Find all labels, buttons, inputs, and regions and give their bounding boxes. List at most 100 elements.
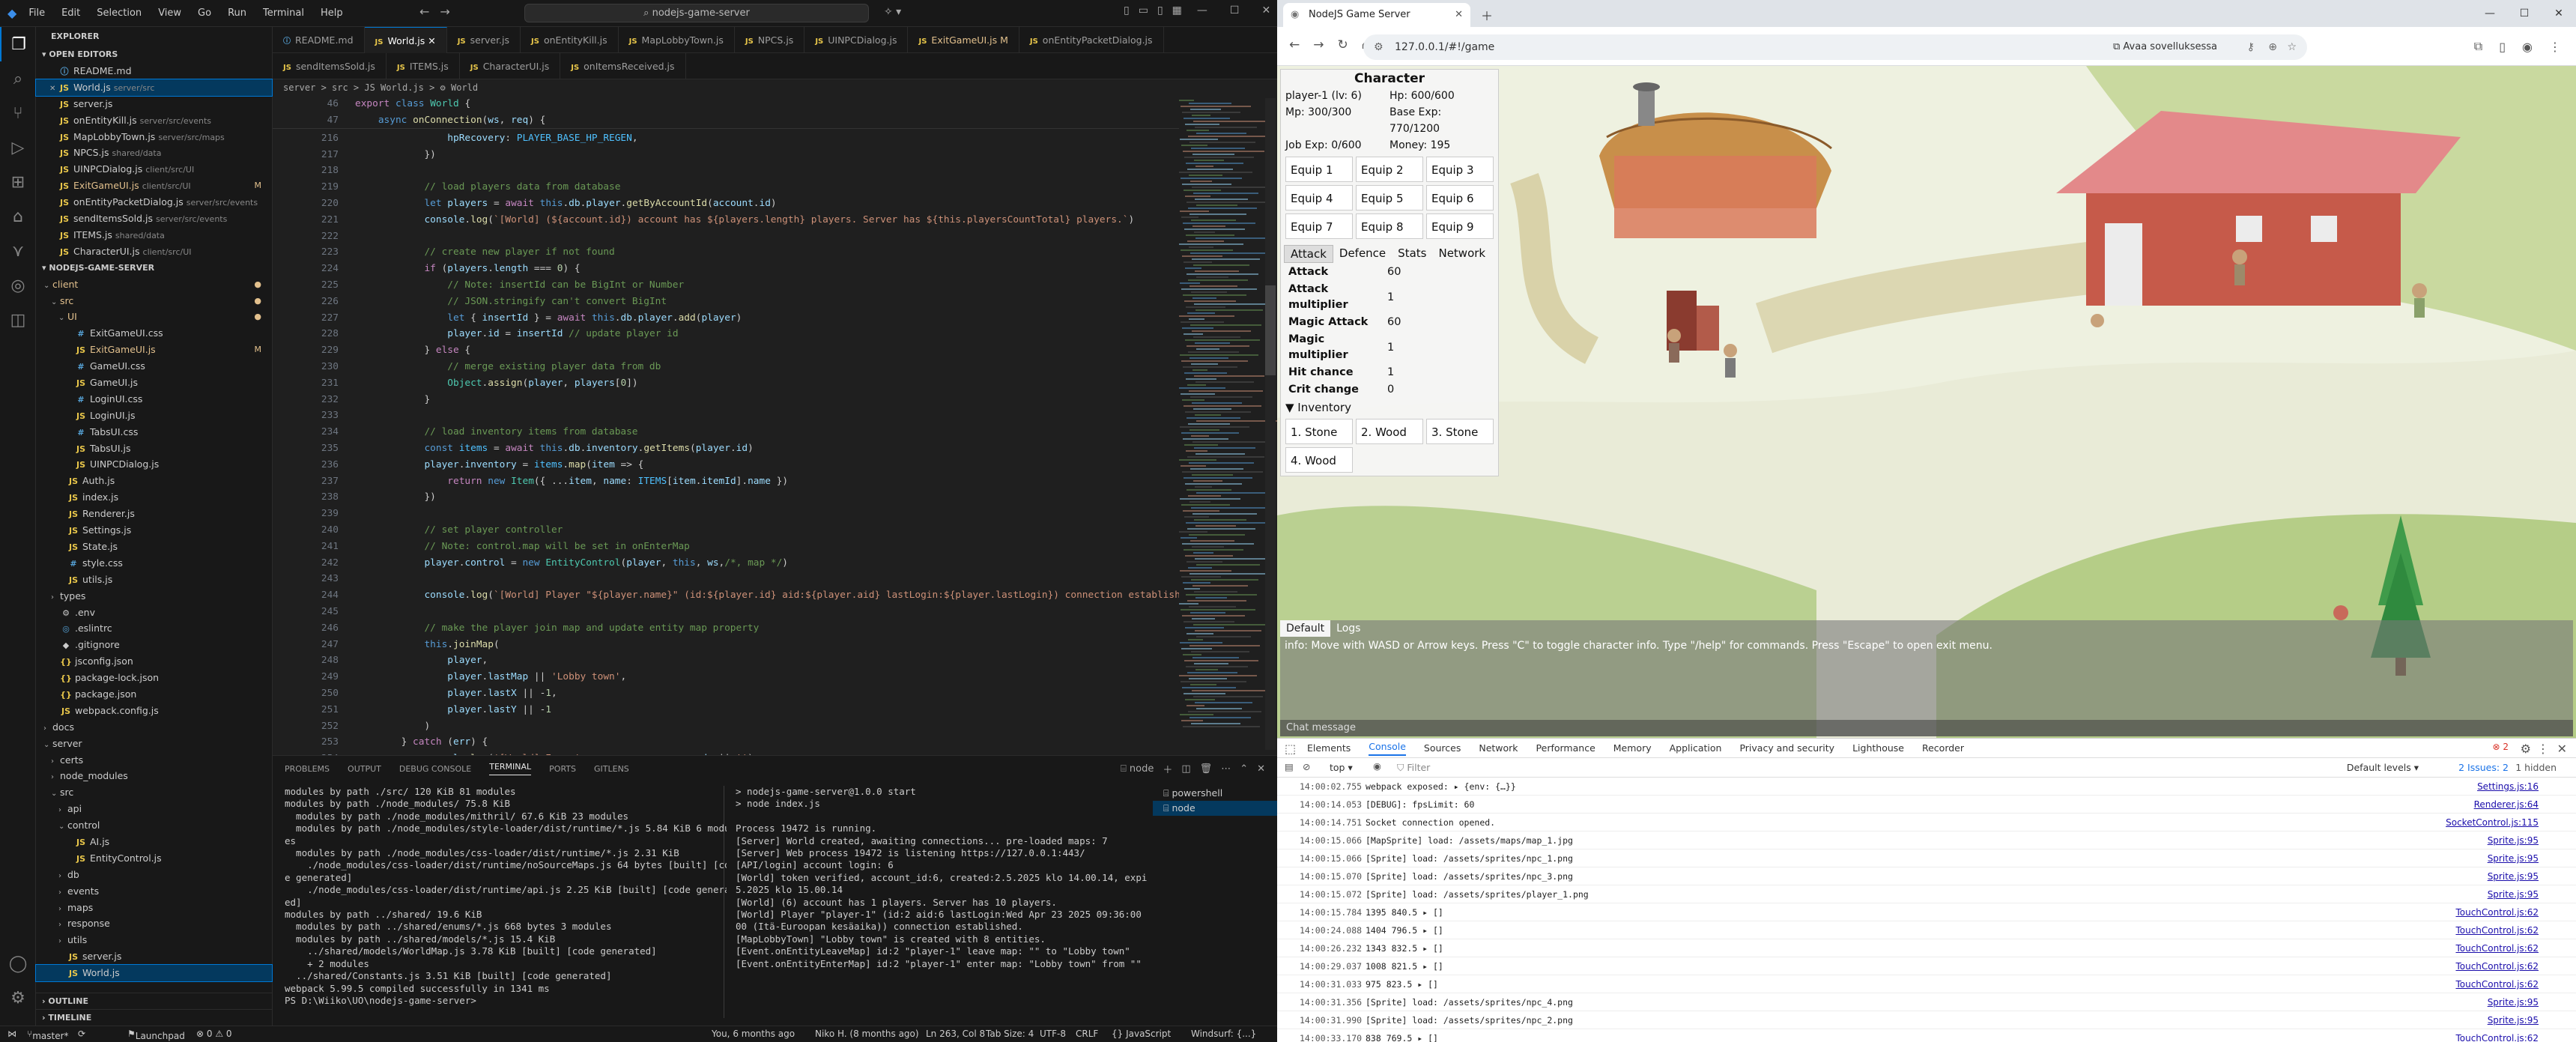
console-source-link[interactable]: TouchControl.js:62 xyxy=(2455,921,2539,939)
devtools-tab-console[interactable]: Console xyxy=(1369,741,1406,756)
equip-slot[interactable]: Equip 2 xyxy=(1356,157,1423,182)
file-item[interactable]: {} package-lock.json xyxy=(36,670,272,686)
console-source-link[interactable]: Sprite.js:95 xyxy=(2488,993,2539,1011)
explorer-icon[interactable]: ❐ xyxy=(0,27,36,61)
file-item[interactable]: JS AI.js xyxy=(36,834,272,850)
file-item[interactable]: # style.css xyxy=(36,555,272,572)
error-count-badge[interactable]: ⊗ 2 xyxy=(2492,742,2509,752)
editor-tab[interactable]: JS MapLobbyTown.js xyxy=(619,27,735,53)
inventory-slot[interactable]: 4. Wood xyxy=(1285,447,1353,473)
terminal-instance[interactable]: ⌸ powershell xyxy=(1153,786,1277,801)
menu-edit[interactable]: Edit xyxy=(61,7,80,19)
folder-item[interactable]: ⌄ client ● xyxy=(36,276,272,293)
editor-tab[interactable]: JS ExitGameUI.js M xyxy=(908,27,1019,53)
console-source-link[interactable]: Renderer.js:64 xyxy=(2474,796,2539,814)
maximize-panel-icon[interactable]: ⌃ xyxy=(1240,763,1248,775)
workspace-header[interactable]: ▾ NODEJS-GAME-SERVER xyxy=(36,260,272,276)
file-item[interactable]: # ExitGameUI.css xyxy=(36,325,272,342)
file-item[interactable]: ⚙ .env xyxy=(36,605,272,621)
layout-secondary-icon[interactable]: ▯ xyxy=(1157,4,1163,16)
minimize-icon[interactable]: — xyxy=(2473,0,2507,27)
close-icon[interactable]: ✕ xyxy=(1261,4,1270,16)
eye-icon[interactable]: ◉ xyxy=(1373,760,1381,772)
open-in-app-button[interactable]: ⧉ Avaa sovelluksessa xyxy=(2113,34,2217,60)
file-item[interactable]: JS State.js xyxy=(36,539,272,555)
console-source-link[interactable]: Sprite.js:95 xyxy=(2488,832,2539,849)
forward-icon[interactable]: → xyxy=(1313,37,1324,52)
devtools-menu-icon[interactable]: ⋮ xyxy=(2537,742,2549,756)
file-item[interactable]: JS Renderer.js xyxy=(36,506,272,522)
devtools-tab-sources[interactable]: Sources xyxy=(1424,742,1461,754)
customize-layout-icon[interactable]: ▦ xyxy=(1172,4,1182,16)
panel-tab-gitlens[interactable]: GITLENS xyxy=(594,764,629,774)
open-editor-item[interactable]: JS onEntityKill.js server/src/events xyxy=(36,112,272,129)
encoding[interactable]: UTF-8 xyxy=(1040,1029,1066,1039)
gitlens-icon[interactable]: ⋎ xyxy=(0,234,36,268)
file-item[interactable]: JS TabsUI.js xyxy=(36,440,272,457)
equip-slot[interactable]: Equip 5 xyxy=(1356,185,1423,210)
command-center[interactable]: ⌕ nodejs-game-server xyxy=(524,4,869,22)
filter-input[interactable]: ⛉ Filter xyxy=(1397,762,1430,774)
panel-tab-debug-console[interactable]: DEBUG CONSOLE xyxy=(399,764,471,774)
devtools-tab-performance[interactable]: Performance xyxy=(1536,742,1595,754)
game-canvas[interactable]: Character player-1 (lv: 6) Hp: 600/600 Mp:… xyxy=(1277,66,2576,738)
devtools-tab-memory[interactable]: Memory xyxy=(1613,742,1652,754)
file-item[interactable]: JS server.js xyxy=(36,948,272,965)
folder-item[interactable]: › docs xyxy=(36,719,272,736)
stat-tab-defence[interactable]: Defence xyxy=(1333,245,1392,263)
address-bar[interactable]: ⚙ 127.0.0.1/#!/game ⧉ Avaa sovelluksessa… xyxy=(1363,34,2307,60)
file-item[interactable]: JS webpack.config.js xyxy=(36,703,272,719)
remote-indicator[interactable]: ⋈ xyxy=(7,1029,16,1039)
forward-arrow-icon[interactable]: → xyxy=(440,4,449,19)
devtools-tab-elements[interactable]: Elements xyxy=(1307,742,1351,754)
editor-tab[interactable]: JS onEntityPacketDialog.js xyxy=(1019,27,1164,53)
file-item[interactable]: JS LoginUI.js xyxy=(36,408,272,424)
minimize-icon[interactable]: — xyxy=(1197,4,1207,16)
console-source-link[interactable]: TouchControl.js:62 xyxy=(2455,975,2539,993)
back-icon[interactable]: ← xyxy=(1289,37,1300,52)
eol[interactable]: CRLF xyxy=(1076,1029,1098,1039)
stat-tab-attack[interactable]: Attack xyxy=(1284,245,1333,263)
levels-select[interactable]: Default levels ▾ xyxy=(2347,762,2419,773)
accounts-icon[interactable]: ◯ xyxy=(0,946,36,981)
folder-item[interactable]: ⌄ UI ● xyxy=(36,309,272,325)
stat-tab-stats[interactable]: Stats xyxy=(1392,245,1432,263)
folder-item[interactable]: › node_modules xyxy=(36,768,272,784)
problems-status[interactable]: ⊗ 0 ⚠ 0 xyxy=(196,1029,232,1039)
menu-help[interactable]: Help xyxy=(321,7,343,19)
tab-close-icon[interactable]: ✕ xyxy=(425,35,435,46)
folder-item[interactable]: ⌄ control xyxy=(36,817,272,834)
editor-tab[interactable]: JS CharacterUI.js xyxy=(460,53,561,79)
equip-slot[interactable]: Equip 4 xyxy=(1285,185,1353,210)
file-item[interactable]: JS UINPCDialog.js xyxy=(36,456,272,473)
console-source-link[interactable]: Sprite.js:95 xyxy=(2488,849,2539,867)
folder-item[interactable]: › db xyxy=(36,867,272,883)
devtools-tab-recorder[interactable]: Recorder xyxy=(1922,742,1964,754)
windsurf-status[interactable]: Windsurf: {...} xyxy=(1191,1029,1256,1039)
back-arrow-icon[interactable]: ← xyxy=(419,4,429,19)
close-icon[interactable]: ✕ xyxy=(2542,0,2576,27)
language-mode[interactable]: {} JavaScript xyxy=(1112,1029,1171,1039)
console-source-link[interactable]: TouchControl.js:62 xyxy=(2455,903,2539,921)
devtools-close-icon[interactable]: ✕ xyxy=(2557,742,2567,756)
folder-item[interactable]: ⌄ src xyxy=(36,784,272,801)
terminal-instance[interactable]: ⌸ node xyxy=(1153,801,1277,816)
inventory-toggle[interactable]: ▼ Inventory xyxy=(1281,399,1498,416)
folder-item[interactable]: › maps xyxy=(36,900,272,916)
file-item[interactable]: {} jsconfig.json xyxy=(36,653,272,670)
open-editor-item[interactable]: JS ExitGameUI.js client/src/UI M xyxy=(36,178,272,194)
stat-tab-network[interactable]: Network xyxy=(1432,245,1491,263)
editor-tab[interactable]: JS UINPCDialog.js xyxy=(804,27,909,53)
tab-close-icon[interactable]: ✕ xyxy=(1455,3,1463,27)
editor-tab[interactable]: JS onEntityKill.js xyxy=(521,27,619,53)
menu-file[interactable]: File xyxy=(28,7,45,19)
equip-slot[interactable]: Equip 8 xyxy=(1356,213,1423,239)
console-source-link[interactable]: Settings.js:16 xyxy=(2477,778,2539,796)
file-item[interactable]: JS World.js xyxy=(35,964,273,982)
open-editor-item[interactable]: JS CharacterUI.js client/src/UI xyxy=(36,243,272,260)
layout-panel-icon[interactable]: ▭ xyxy=(1139,4,1148,16)
console-source-link[interactable]: Sprite.js:95 xyxy=(2488,1011,2539,1029)
close-editor-icon[interactable]: ✕ xyxy=(49,81,58,96)
docker-icon[interactable]: ◎ xyxy=(0,268,36,303)
open-editor-item[interactable]: JS MapLobbyTown.js server/src/maps xyxy=(36,129,272,145)
